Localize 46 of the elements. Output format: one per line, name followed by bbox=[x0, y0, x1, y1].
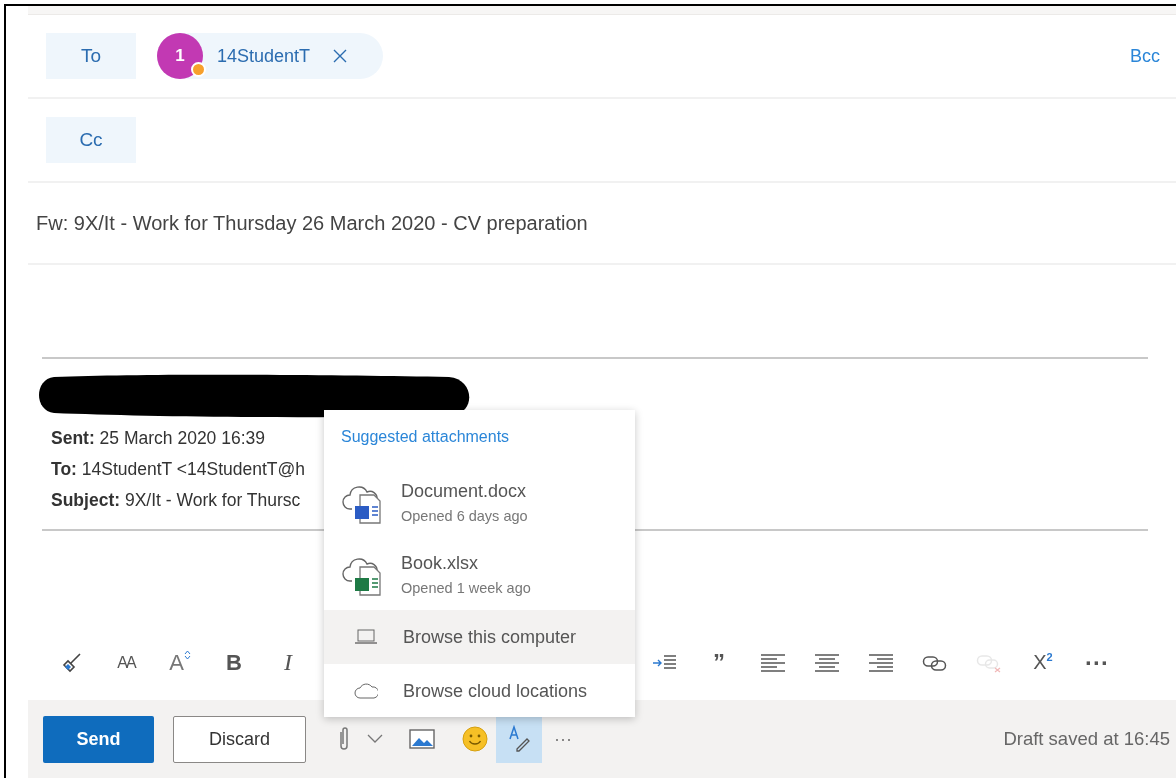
menu-item[interactable]: Browse cloud locations bbox=[324, 664, 635, 718]
cloud-icon bbox=[354, 683, 378, 699]
align-right-icon bbox=[868, 652, 894, 673]
file-name: Document.docx bbox=[401, 480, 528, 502]
align-center-icon bbox=[814, 652, 840, 673]
cc-button[interactable]: Cc bbox=[46, 117, 136, 163]
letter-pen-icon bbox=[507, 725, 531, 753]
image-icon[interactable] bbox=[409, 729, 435, 749]
smiley-icon[interactable] bbox=[462, 726, 488, 752]
recipient-chip[interactable]: 1 14StudentT bbox=[157, 33, 383, 79]
discard-button[interactable]: Discard bbox=[173, 715, 306, 763]
format-button[interactable]: ” bbox=[692, 644, 746, 681]
laptop-icon bbox=[354, 629, 378, 645]
suggested-file[interactable]: Document.docx Opened 6 days ago bbox=[324, 466, 635, 538]
link-icon bbox=[922, 653, 948, 672]
format-button[interactable]: X$^{2}$ bbox=[1016, 644, 1070, 681]
draft-status: Draft saved at 16:45 bbox=[1003, 728, 1170, 750]
avatar: 1 bbox=[157, 33, 203, 79]
send-button[interactable]: Send bbox=[43, 715, 154, 763]
indent-icon bbox=[652, 653, 678, 672]
to-button[interactable]: To bbox=[46, 33, 136, 79]
remove-link-icon bbox=[976, 652, 1002, 673]
file-name: Book.xlsx bbox=[401, 552, 480, 574]
quoted-header-line: Sent: 25 March 2020 16:39 bbox=[51, 427, 265, 450]
quoted-header-line: To: 14StudentT <14StudentT@h bbox=[51, 458, 305, 481]
subject-field[interactable]: Fw: 9X/It - Work for Thursday 26 March 2020 - CV preparation bbox=[36, 211, 588, 235]
menu-item[interactable]: Browse this computer bbox=[324, 610, 635, 664]
quoted-header-line: Subject: 9X/It - Work for Thursc bbox=[51, 489, 301, 512]
format-button[interactable]: AA bbox=[99, 644, 153, 681]
format-button[interactable]: A bbox=[153, 644, 207, 681]
paintbrush-icon bbox=[60, 650, 84, 675]
format-button[interactable]: I bbox=[261, 644, 315, 681]
file-opened-time: Opened 6 days ago bbox=[401, 507, 528, 524]
format-button[interactable]: ··· bbox=[1070, 644, 1124, 681]
more-options-button[interactable]: ··· bbox=[554, 728, 572, 750]
paperclip-icon[interactable] bbox=[338, 726, 350, 752]
editor-button[interactable] bbox=[496, 715, 542, 763]
align-left-icon bbox=[760, 652, 786, 673]
suggested-file[interactable]: Book.xlsx Opened 1 week ago bbox=[324, 538, 635, 610]
up-down-arrows-icon bbox=[183, 649, 191, 660]
file-opened-time: Opened 1 week ago bbox=[401, 579, 531, 596]
close-icon[interactable] bbox=[332, 48, 349, 64]
format-button[interactable]: B bbox=[207, 644, 261, 681]
bcc-link[interactable]: Bcc bbox=[1130, 45, 1160, 67]
menu-heading: Suggested attachments bbox=[340, 428, 511, 446]
chevron-down-icon[interactable] bbox=[367, 734, 383, 744]
